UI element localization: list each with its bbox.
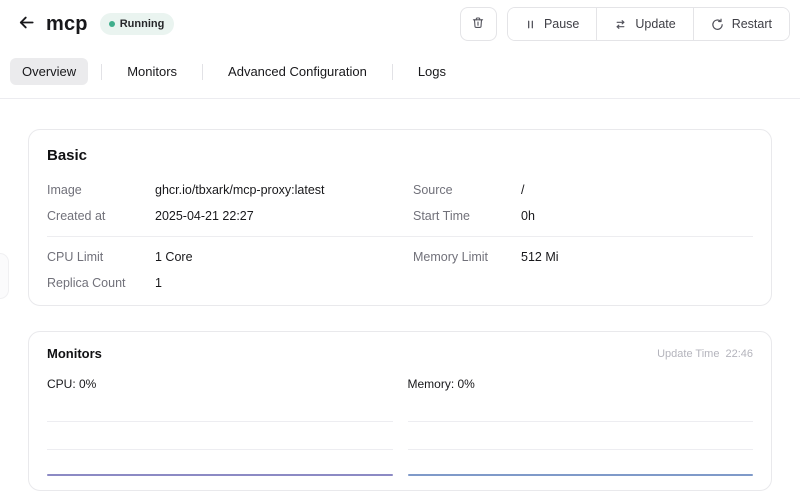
status-badge-label: Running [120,18,165,30]
app-detail-page: mcp Running [0,0,800,491]
update-time-value: 22:46 [725,348,753,360]
side-drawer-handle[interactable] [0,253,9,299]
field-empty-cell [413,270,753,296]
page-header: mcp Running [0,0,800,48]
tab-separator [202,64,203,80]
trash-icon [471,16,485,33]
memory-chart-gridline [408,449,754,450]
header-left: mcp Running [14,12,174,36]
field-image: Image ghcr.io/tbxark/mcp-proxy:latest [47,177,387,203]
field-memory-limit-value: 512 Mi [521,250,559,264]
pause-button[interactable]: Pause [508,8,596,40]
update-button-label: Update [635,17,675,31]
field-source-value: / [521,183,524,197]
field-source-label: Source [413,183,521,197]
field-replica-count-value: 1 [155,276,162,290]
restart-button-label: Restart [732,17,772,31]
field-memory-limit: Memory Limit 512 Mi [413,244,753,270]
monitors-card-title: Monitors [47,346,102,361]
back-button[interactable] [14,12,38,36]
restart-button[interactable]: Restart [693,8,789,40]
field-cpu-limit-value: 1 Core [155,250,193,264]
field-image-label: Image [47,183,155,197]
memory-chart-gridline [408,421,754,422]
cpu-chart-label: CPU: 0% [47,377,393,391]
basic-card-title: Basic [47,147,753,164]
charts-row: CPU: 0% Memory: 0% [47,377,753,476]
field-created-at: Created at 2025-04-21 22:27 [47,203,387,229]
field-start-time-label: Start Time [413,209,521,223]
back-arrow-icon [17,13,36,35]
tab-separator [101,64,102,80]
status-dot-icon [109,21,115,27]
cpu-chart-gridline [47,449,393,450]
pause-icon [525,19,536,30]
swap-arrows-icon [614,18,627,31]
tab-overview[interactable]: Overview [10,58,88,85]
restart-icon [711,18,724,31]
monitors-card-header: Monitors Update Time 22:46 [47,346,753,361]
field-created-at-label: Created at [47,209,155,223]
field-replica-count: Replica Count 1 [47,270,387,296]
action-button-group: Pause Update [507,7,790,41]
memory-chart-label: Memory: 0% [408,377,754,391]
memory-chart-data-line [408,474,754,476]
update-button[interactable]: Update [596,8,692,40]
field-replica-count-label: Replica Count [47,276,155,290]
tab-logs[interactable]: Logs [406,58,458,85]
pause-button-label: Pause [544,17,579,31]
field-cpu-limit-label: CPU Limit [47,250,155,264]
update-time: Update Time 22:46 [657,348,753,360]
cpu-chart-area [47,404,393,476]
field-source: Source / [413,177,753,203]
header-actions: Pause Update [460,7,790,41]
delete-button[interactable] [460,7,497,41]
status-badge: Running [100,13,175,35]
tab-bar: Overview Monitors Advanced Configuration… [0,48,800,99]
cpu-chart-data-line [47,474,393,476]
main-content: Basic Image ghcr.io/tbxark/mcp-proxy:lat… [0,99,800,491]
field-memory-limit-label: Memory Limit [413,250,521,264]
monitors-card: Monitors Update Time 22:46 CPU: 0% Memo [28,331,772,491]
page-title: mcp [46,13,88,36]
update-time-label: Update Time [657,348,719,360]
field-start-time-value: 0h [521,209,535,223]
memory-chart-area [408,404,754,476]
field-created-at-value: 2025-04-21 22:27 [155,209,254,223]
tab-separator [392,64,393,80]
basic-info-card: Basic Image ghcr.io/tbxark/mcp-proxy:lat… [28,129,772,306]
basic-fields-grid: Image ghcr.io/tbxark/mcp-proxy:latest So… [47,177,753,296]
cpu-chart: CPU: 0% [47,377,393,476]
memory-chart: Memory: 0% [408,377,754,476]
field-image-value: ghcr.io/tbxark/mcp-proxy:latest [155,183,325,197]
cpu-chart-gridline [47,421,393,422]
tab-monitors[interactable]: Monitors [115,58,189,85]
field-cpu-limit: CPU Limit 1 Core [47,244,387,270]
basic-card-divider [47,236,753,237]
field-start-time: Start Time 0h [413,203,753,229]
tab-advanced-configuration[interactable]: Advanced Configuration [216,58,379,85]
